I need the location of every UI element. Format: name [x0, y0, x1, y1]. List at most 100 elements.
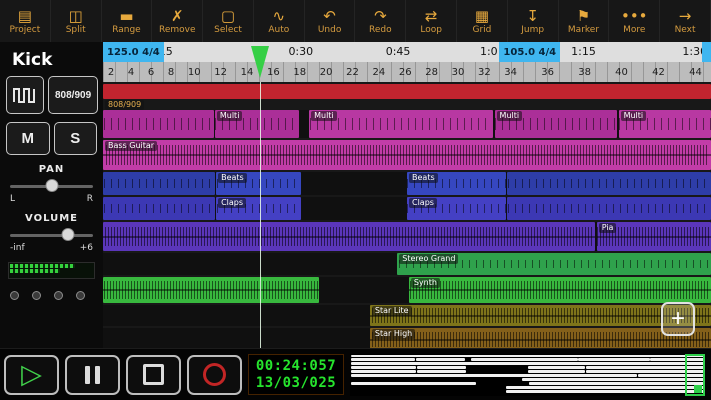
minimap-row — [351, 390, 704, 394]
audio-clip[interactable]: Beats — [407, 172, 507, 195]
stop-icon — [143, 364, 164, 385]
time-ruler[interactable]: 0:150:300:451:01:151:30125.0 4/4105.0 4/… — [103, 42, 711, 63]
audio-clip[interactable] — [103, 197, 215, 220]
beat-number: 36 — [541, 66, 554, 78]
redo-icon: ↷ — [374, 6, 387, 25]
level-meter-bar — [10, 269, 60, 273]
audio-clip[interactable]: Beats — [216, 172, 301, 195]
minimap-clip — [470, 358, 578, 362]
timeline-ruler[interactable]: 0:150:300:451:01:151:30125.0 4/4105.0 4/… — [103, 42, 711, 82]
stop-button[interactable] — [126, 354, 181, 395]
track-row-3: Bass Guitar — [103, 140, 711, 170]
track-row-7: Stereo Grand — [103, 253, 711, 275]
preset-button[interactable]: 808/909 — [48, 76, 99, 114]
loop-icon: ⇄ — [424, 6, 438, 25]
toolbar-undo-button[interactable]: ↶ Undo — [305, 0, 356, 42]
add-track-button[interactable]: + — [661, 302, 695, 336]
minimap-clip — [415, 358, 465, 362]
clip-label: Multi — [311, 111, 337, 121]
clip-label: Claps — [218, 198, 247, 208]
audio-clip[interactable] — [507, 197, 711, 220]
minimap-viewport-corner — [694, 384, 702, 393]
audio-clip[interactable]: Pia — [596, 222, 711, 251]
minimap-row — [351, 374, 704, 378]
solo-button[interactable]: S — [53, 122, 97, 155]
pause-button[interactable] — [65, 354, 120, 395]
pan-slider[interactable] — [10, 178, 93, 194]
volume-knob[interactable] — [61, 228, 75, 241]
audio-clip[interactable] — [103, 222, 596, 251]
toolbar-split-button[interactable]: ◫ Split — [51, 0, 102, 42]
audio-clip[interactable] — [103, 277, 319, 303]
toolbar-redo-button[interactable]: ↷ Redo — [355, 0, 407, 42]
toolbar-marker-button[interactable]: ⚑ Marker — [559, 0, 610, 42]
play-button[interactable]: ▷ — [4, 354, 59, 395]
time-label: 1:15 — [571, 45, 596, 58]
beat-ruler[interactable]: 2 4 6 8 10 12 14 16 18 20 22 24 26 28 30 32 34 36 38 40 42 44 — [103, 62, 711, 82]
clip-label: Stereo Grand — [399, 254, 459, 264]
pan-left-label: L — [10, 194, 16, 204]
transport-bar: ▷ 00:24:057 13/03/025 — [0, 348, 711, 400]
record-button[interactable] — [187, 354, 242, 395]
toolbar-select-button[interactable]: ▢ Select — [203, 0, 254, 42]
beat-number: 18 — [293, 66, 307, 78]
audio-clip[interactable] — [103, 172, 215, 195]
mute-button[interactable]: M — [6, 122, 50, 155]
audio-clip[interactable]: Multi — [494, 110, 618, 138]
toolbar-grid-label: Grid — [472, 24, 492, 35]
audio-clip[interactable]: Stereo Grand — [397, 253, 711, 275]
minimap-clip — [527, 366, 586, 370]
audio-clip[interactable]: Bass Guitar — [103, 140, 711, 170]
time-label: 0:30 — [288, 45, 314, 58]
tempo-marker: 125.0 4/4 — [103, 42, 164, 62]
beat-numbers: 2 4 6 8 10 12 14 16 18 20 22 24 26 28 30 32 — [108, 62, 491, 82]
waveform-preview-button[interactable] — [6, 76, 44, 114]
volume-slider[interactable] — [10, 227, 93, 243]
toolbar-next-button[interactable]: → Next — [660, 0, 711, 42]
minimap-clip — [528, 382, 704, 386]
audio-clip[interactable]: 808/909 — [103, 84, 711, 110]
playhead-handle[interactable] — [251, 46, 270, 78]
audio-clip[interactable]: Claps — [216, 197, 301, 220]
pan-knob[interactable] — [45, 179, 58, 192]
toolbar-auto-button[interactable]: ∿ Auto — [254, 0, 305, 42]
toolbar-range-button[interactable]: ▬ Range — [102, 0, 153, 42]
audio-clip[interactable]: Synth — [408, 277, 711, 303]
minimap[interactable] — [350, 353, 705, 396]
date-display: 13/03/025 — [255, 375, 337, 391]
toolbar-remove-button[interactable]: ✗ Remove — [152, 0, 204, 42]
pan-label: PAN — [38, 164, 65, 175]
minimap-clip — [416, 370, 466, 374]
minimap-clip — [351, 382, 477, 386]
minimap-clip — [351, 366, 416, 370]
audio-clip[interactable]: Claps — [407, 197, 507, 220]
audio-clip[interactable]: Multi — [618, 110, 711, 138]
beat-number: 28 — [425, 66, 439, 78]
minimap-viewport[interactable] — [685, 353, 705, 396]
select-icon: ▢ — [220, 6, 236, 25]
track-row-5: Claps Claps — [103, 197, 711, 220]
clip-label: Star Lite — [371, 306, 412, 316]
audio-clip[interactable]: Multi — [214, 110, 300, 138]
toolbar-grid-button[interactable]: ▦ Grid — [457, 0, 508, 42]
toolbar-project-button[interactable]: ▤ Project — [0, 0, 51, 42]
audio-clip[interactable] — [103, 110, 214, 138]
level-meter-bar — [10, 264, 75, 268]
pan-right-label: R — [86, 194, 93, 204]
range-icon: ▬ — [119, 6, 134, 25]
daw-app: ▤ Project ◫ Split ▬ Range ✗ Remove ▢ Select ∿ Auto ↶… — [0, 0, 711, 400]
audio-clip[interactable]: Star High — [369, 328, 711, 348]
minimap-clip — [351, 370, 416, 374]
toolbar-jump-button[interactable]: ↧ Jump — [508, 0, 559, 42]
toolbar-loop-button[interactable]: ⇄ Loop — [406, 0, 458, 42]
tempo-marker — [702, 42, 711, 62]
audio-clip[interactable] — [507, 172, 711, 195]
audio-clip[interactable]: Multi — [309, 110, 494, 138]
minimap-clip — [351, 354, 704, 358]
toolbar-undo-label: Undo — [317, 24, 342, 35]
minimap-row — [351, 354, 704, 358]
audio-clip[interactable]: Star Lite — [369, 305, 711, 326]
project-icon: ▤ — [17, 6, 32, 25]
clip-label: 808/909 — [105, 100, 145, 110]
toolbar-more-button[interactable]: ••• More — [609, 0, 661, 42]
